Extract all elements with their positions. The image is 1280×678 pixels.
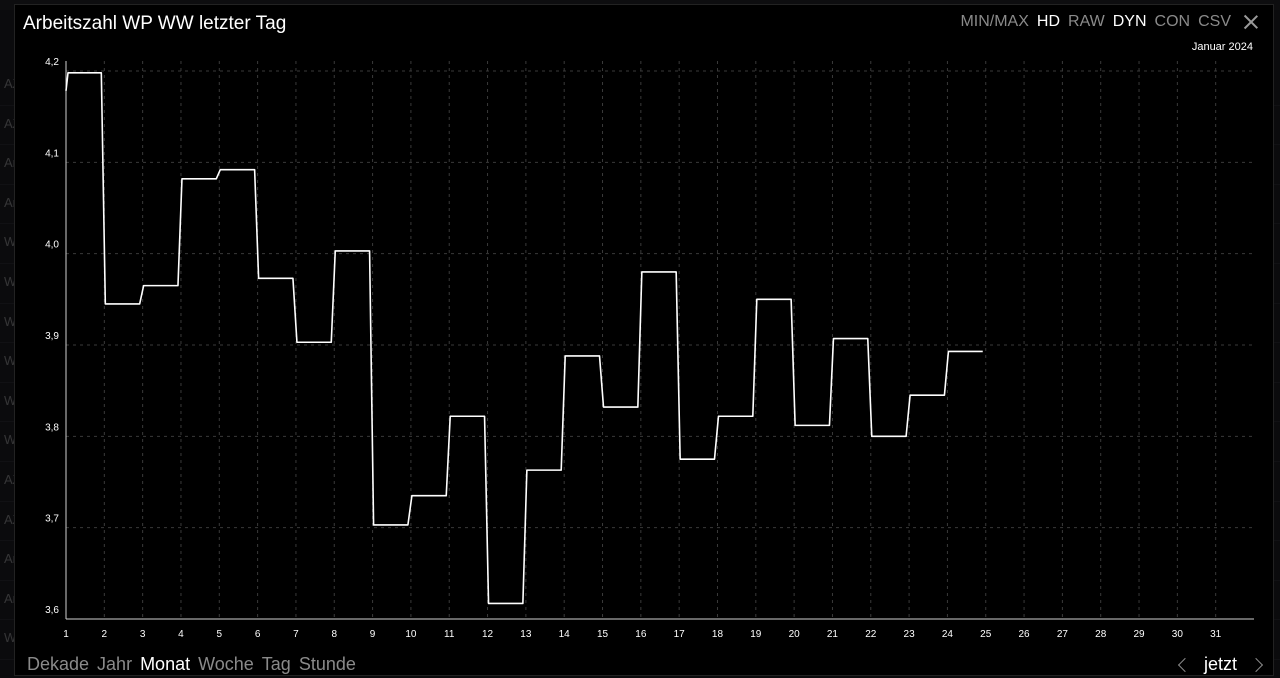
y-tick-label: 3,8 bbox=[45, 422, 59, 433]
x-tick-label: 24 bbox=[942, 629, 954, 640]
x-tick-label: 21 bbox=[827, 629, 839, 640]
x-tick-label: 29 bbox=[1133, 629, 1145, 640]
now-button[interactable]: jetzt bbox=[1204, 654, 1237, 675]
x-tick-label: 7 bbox=[293, 629, 299, 640]
x-tick-label: 3 bbox=[140, 629, 146, 640]
x-tick-label: 30 bbox=[1172, 629, 1184, 640]
y-tick-label: 4,1 bbox=[45, 148, 59, 159]
x-tick-label: 22 bbox=[865, 629, 877, 640]
x-tick-label: 19 bbox=[750, 629, 762, 640]
x-tick-label: 9 bbox=[370, 629, 376, 640]
y-tick-label: 3,7 bbox=[45, 514, 59, 525]
chart-window: Arbeitszahl WP WW letzter Tag MIN/MAX HD… bbox=[14, 4, 1274, 676]
x-tick-label: 23 bbox=[904, 629, 916, 640]
x-tick-label: 25 bbox=[980, 629, 992, 640]
axes bbox=[65, 61, 1254, 620]
x-tick-label: 14 bbox=[559, 629, 571, 640]
x-tick-label: 31 bbox=[1210, 629, 1222, 640]
x-tick-label: 13 bbox=[520, 629, 532, 640]
x-tick-label: 2 bbox=[102, 629, 108, 640]
x-tick-label: 8 bbox=[331, 629, 337, 640]
series-line bbox=[65, 72, 983, 605]
range-jahr[interactable]: Jahr bbox=[97, 654, 132, 675]
x-tick-label: 11 bbox=[444, 629, 455, 640]
x-tick-label: 27 bbox=[1057, 629, 1069, 640]
x-tick-label: 17 bbox=[674, 629, 686, 640]
y-tick-label: 4,0 bbox=[45, 240, 59, 251]
range-tag[interactable]: Tag bbox=[262, 654, 291, 675]
y-tick-label: 3,6 bbox=[45, 605, 59, 616]
range-monat[interactable]: Monat bbox=[140, 654, 190, 675]
chevron-right-icon[interactable] bbox=[1248, 657, 1264, 672]
x-tick-label: 18 bbox=[712, 629, 724, 640]
x-tick-label: 1 bbox=[63, 629, 69, 640]
y-tick-label: 4,2 bbox=[45, 57, 59, 68]
x-tick-label: 5 bbox=[217, 629, 223, 640]
x-tick-label: 20 bbox=[789, 629, 801, 640]
range-dekade[interactable]: Dekade bbox=[27, 654, 89, 675]
nav-bar: jetzt bbox=[1174, 654, 1267, 675]
range-stunde[interactable]: Stunde bbox=[299, 654, 356, 675]
x-tick-label: 15 bbox=[597, 629, 609, 640]
y-tick-label: 3,9 bbox=[45, 331, 59, 342]
x-tick-label: 6 bbox=[255, 629, 261, 640]
chevron-left-icon[interactable] bbox=[1177, 657, 1193, 672]
x-tick-label: 26 bbox=[1019, 629, 1031, 640]
x-tick-label: 12 bbox=[482, 629, 494, 640]
line-chart: 1 2 3 4 5 6 7 8 9 10 11 12 13 14 15 16 17 18 19 20 21 22 23 24 2… bbox=[45, 57, 1254, 640]
range-woche[interactable]: Woche bbox=[198, 654, 254, 675]
x-tick-label: 28 bbox=[1095, 629, 1107, 640]
tick-labels: 1 2 3 4 5 6 7 8 9 10 11 12 13 14 15 16 17 18 19 20 21 22 23 24 2… bbox=[45, 57, 1222, 640]
x-tick-label: 10 bbox=[405, 629, 417, 640]
range-bar: Dekade Jahr Monat Woche Tag Stunde bbox=[27, 654, 356, 675]
grid bbox=[66, 61, 1254, 619]
x-tick-label: 4 bbox=[178, 629, 184, 640]
series bbox=[65, 72, 983, 605]
x-tick-label: 16 bbox=[635, 629, 647, 640]
